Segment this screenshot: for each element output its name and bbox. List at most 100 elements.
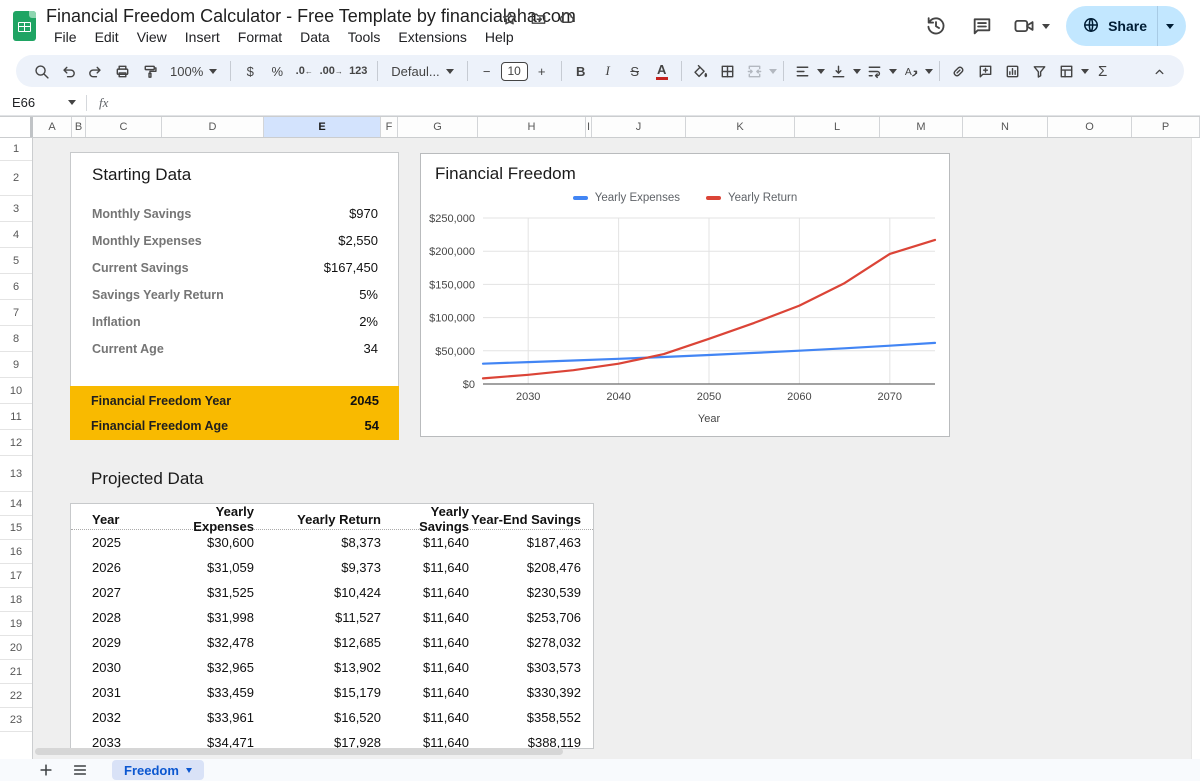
percent-format-button[interactable]: % [264, 58, 290, 84]
row-header-9[interactable]: 9 [0, 352, 32, 378]
link-icon[interactable] [946, 58, 972, 84]
row-header-1[interactable]: 1 [0, 138, 32, 161]
font-family-select[interactable]: Defaul... [384, 58, 460, 84]
share-dropdown-icon[interactable] [1158, 6, 1186, 46]
column-header-O[interactable]: O [1048, 117, 1132, 137]
row-header-14[interactable]: 14 [0, 492, 32, 516]
text-color-button[interactable]: A [649, 58, 675, 84]
sheet-tab-freedom[interactable]: Freedom [112, 760, 204, 780]
starting-data-item-5[interactable]: Current Age34 [71, 335, 398, 362]
share-button[interactable]: Share [1066, 6, 1186, 46]
row-header-17[interactable]: 17 [0, 564, 32, 588]
menu-tools[interactable]: Tools [340, 27, 389, 47]
vertical-scrollbar[interactable] [1191, 138, 1200, 759]
undo-icon[interactable] [55, 58, 81, 84]
menu-view[interactable]: View [129, 27, 175, 47]
paint-format-icon[interactable] [136, 58, 162, 84]
table-row[interactable]: 2032$33,961$16,520$11,640$358,552 [71, 705, 593, 730]
row-header-2[interactable]: 2 [0, 161, 32, 196]
column-header-E[interactable]: E [264, 117, 381, 137]
starting-data-item-4[interactable]: Inflation2% [71, 308, 398, 335]
move-folder-icon[interactable] [529, 9, 547, 27]
row-header-6[interactable]: 6 [0, 274, 32, 300]
column-header-B[interactable]: B [72, 117, 86, 137]
print-icon[interactable] [109, 58, 135, 84]
fill-color-icon[interactable] [688, 58, 714, 84]
video-call-icon[interactable] [1008, 6, 1040, 46]
row-header-21[interactable]: 21 [0, 660, 32, 684]
menu-format[interactable]: Format [230, 27, 290, 47]
table-row[interactable]: 2029$32,478$12,685$11,640$278,032 [71, 630, 593, 655]
row-header-5[interactable]: 5 [0, 248, 32, 274]
row-header-10[interactable]: 10 [0, 378, 32, 404]
select-all-corner[interactable] [0, 117, 33, 137]
menu-file[interactable]: File [46, 27, 85, 47]
column-header-F[interactable]: F [381, 117, 398, 137]
font-size-input[interactable]: 10 [501, 62, 528, 81]
name-box[interactable]: E66 [0, 95, 66, 110]
row-header-13[interactable]: 13 [0, 456, 32, 492]
comments-icon[interactable] [962, 6, 1002, 46]
italic-button[interactable]: I [595, 58, 621, 84]
table-row[interactable]: 2025$30,600$8,373$11,640$187,463 [71, 530, 593, 555]
starting-data-item-0[interactable]: Monthly Savings$970 [71, 200, 398, 227]
table-row[interactable]: 2026$31,059$9,373$11,640$208,476 [71, 555, 593, 580]
text-wrap-icon[interactable] [862, 58, 888, 84]
menu-insert[interactable]: Insert [177, 27, 228, 47]
highlight-item-1[interactable]: Financial Freedom Age54 [70, 413, 399, 438]
horizontal-align-dropdown-icon[interactable] [817, 69, 825, 74]
table-row[interactable]: 2033$34,471$17,928$11,640$388,119 [71, 730, 593, 749]
menu-edit[interactable]: Edit [87, 27, 127, 47]
menu-data[interactable]: Data [292, 27, 338, 47]
row-header-11[interactable]: 11 [0, 404, 32, 430]
version-history-icon[interactable] [916, 6, 956, 46]
row-header-19[interactable]: 19 [0, 612, 32, 636]
zoom-select[interactable]: 100% [163, 58, 224, 84]
column-header-N[interactable]: N [963, 117, 1048, 137]
decrease-decimal-button[interactable]: .0← [291, 58, 317, 84]
text-rotation-icon[interactable]: A [898, 58, 924, 84]
vertical-align-icon[interactable] [826, 58, 852, 84]
functions-button[interactable]: Σ [1090, 58, 1116, 84]
table-row[interactable]: 2027$31,525$10,424$11,640$230,539 [71, 580, 593, 605]
insert-chart-icon[interactable] [1000, 58, 1026, 84]
document-title[interactable]: Financial Freedom Calculator - Free Temp… [46, 6, 576, 27]
column-header-H[interactable]: H [478, 117, 586, 137]
row-header-22[interactable]: 22 [0, 684, 32, 708]
cloud-status-icon[interactable] [558, 9, 576, 27]
row-header-16[interactable]: 16 [0, 540, 32, 564]
column-header-K[interactable]: K [686, 117, 795, 137]
strikethrough-button[interactable]: S [622, 58, 648, 84]
increase-decimal-button[interactable]: .00→ [318, 58, 344, 84]
column-header-L[interactable]: L [795, 117, 880, 137]
row-header-18[interactable]: 18 [0, 588, 32, 612]
sheet-tab-menu-icon[interactable] [186, 768, 192, 773]
collapse-toolbar-icon[interactable] [1146, 58, 1172, 84]
row-header-7[interactable]: 7 [0, 300, 32, 326]
horizontal-scrollbar[interactable] [35, 748, 563, 755]
name-box-dropdown-icon[interactable] [68, 100, 76, 105]
search-icon[interactable] [28, 58, 54, 84]
redo-icon[interactable] [82, 58, 108, 84]
video-call-dropdown-icon[interactable] [1042, 24, 1050, 29]
merge-cells-icon[interactable] [742, 58, 768, 84]
text-wrap-dropdown-icon[interactable] [889, 69, 897, 74]
row-header-4[interactable]: 4 [0, 222, 32, 248]
formula-input[interactable] [108, 90, 1200, 115]
table-row[interactable]: 2031$33,459$15,179$11,640$330,392 [71, 680, 593, 705]
vertical-align-dropdown-icon[interactable] [853, 69, 861, 74]
table-views-dropdown-icon[interactable] [1081, 69, 1089, 74]
column-header-P[interactable]: P [1132, 117, 1200, 137]
column-header-M[interactable]: M [880, 117, 963, 137]
horizontal-align-icon[interactable] [790, 58, 816, 84]
filter-icon[interactable] [1027, 58, 1053, 84]
column-header-C[interactable]: C [86, 117, 162, 137]
starting-data-item-1[interactable]: Monthly Expenses$2,550 [71, 227, 398, 254]
column-header-A[interactable]: A [33, 117, 72, 137]
row-header-3[interactable]: 3 [0, 196, 32, 222]
financial-freedom-chart-card[interactable]: 20302040205020602070$0$50,000$100,000$15… [420, 153, 950, 437]
column-header-J[interactable]: J [592, 117, 686, 137]
row-header-15[interactable]: 15 [0, 516, 32, 540]
text-rotation-dropdown-icon[interactable] [925, 69, 933, 74]
column-header-G[interactable]: G [398, 117, 478, 137]
